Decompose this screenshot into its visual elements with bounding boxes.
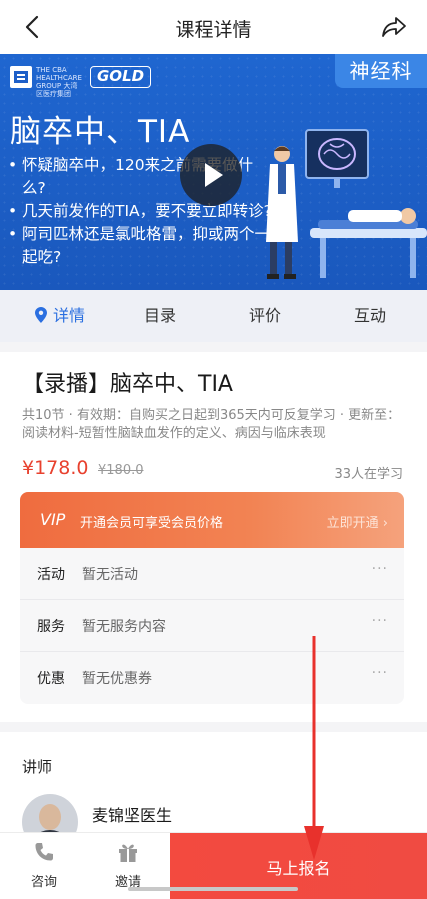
learner-count: 33人在学习 [334,467,403,482]
activity-row[interactable]: 活动 暂无活动 ··· [20,548,404,600]
vip-banner[interactable]: VIP 开通会员可享受会员价格 立即开通 › [20,492,404,548]
gold-logo: GOLD [90,66,152,88]
vip-text: 开通会员可享受会员价格 [80,516,224,531]
location-pin-icon [34,307,47,323]
play-button[interactable] [180,144,242,206]
row-label: 活动 [37,567,65,583]
share-button[interactable] [379,12,409,42]
banner-title: 脑卒中、TIA [10,114,191,150]
original-price: ¥180.0 [98,463,144,478]
vip-open-link[interactable]: 立即开通 › [327,512,388,531]
department-tag: 神经科 [335,54,427,88]
course-title: 【录播】脑卒中、TIA [22,372,233,397]
org-logo [10,66,32,88]
course-info-card: 【录播】脑卒中、TIA 共10节 · 有效期：自购买之日起到365天内可反复学习… [0,352,427,722]
page-title: 课程详情 [175,19,252,41]
banner-bullet: 阿司匹林还是氯吡格雷，抑或两个一起吃? [8,223,273,269]
consult-button[interactable]: 咨询 [14,841,74,890]
consult-label: 咨询 [30,875,57,890]
benefits-box: VIP 开通会员可享受会员价格 立即开通 › 活动 暂无活动 ··· 服务 暂无… [20,492,404,704]
tab-interaction[interactable]: 互动 [330,290,410,342]
tab-details[interactable]: 详情 [20,290,100,342]
doctor-illustration [266,129,427,279]
more-icon[interactable]: ··· [372,665,388,681]
course-banner[interactable]: THE CBA HEALTHCARE GROUP 大湾区医疗集团 GOLD 神经… [0,54,427,290]
course-price: ¥178.0 [22,457,89,479]
row-value: 暂无优惠券 [82,671,152,687]
org-name: THE CBA HEALTHCARE GROUP 大湾区医疗集团 [36,66,82,98]
course-detail-page: 课程详情 THE CBA HEALTHCARE GROUP 大湾区医疗集团 GO… [0,0,427,899]
home-indicator [128,887,298,891]
row-value: 暂无活动 [82,567,138,583]
teacher-name[interactable]: 麦锦坚医生 [92,802,172,826]
share-icon [382,17,406,37]
enroll-label: 马上报名 [266,859,331,878]
top-nav-bar: 课程详情 [0,0,427,54]
banner-bullet: 几天前发作的TIA，要不要立即转诊? [8,200,273,223]
tab-catalog[interactable]: 目录 [120,290,200,342]
gift-icon [119,844,137,862]
row-label: 优惠 [37,671,65,687]
row-label: 服务 [37,619,65,635]
teacher-section: 讲师 麦锦坚医生 [0,732,427,850]
tab-reviews[interactable]: 评价 [225,290,305,342]
more-icon[interactable]: ··· [372,561,388,577]
detail-tabs: 详情 目录 评价 互动 [0,290,427,342]
more-icon[interactable]: ··· [372,613,388,629]
invite-button[interactable]: 邀请 [98,841,158,890]
service-row[interactable]: 服务 暂无服务内容 ··· [20,600,404,652]
vip-tag: VIP [40,510,66,529]
tab-label: 详情 [52,306,85,325]
phone-icon [35,843,53,861]
row-value: 暂无服务内容 [82,619,166,635]
course-meta: 共10节 · 有效期：自购买之日起到365天内可反复学习 · 更新至：阅读材料-… [22,408,401,441]
coupon-row[interactable]: 优惠 暂无优惠券 ··· [20,652,404,704]
teacher-heading: 讲师 [22,758,53,776]
